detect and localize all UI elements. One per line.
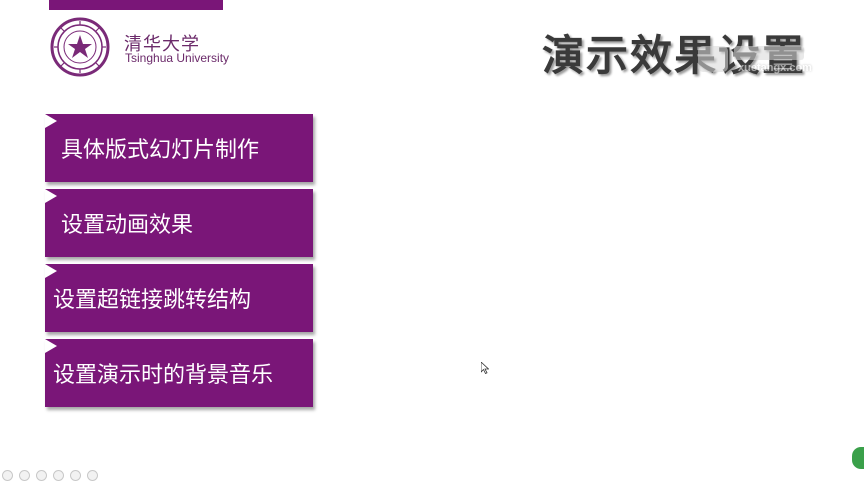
- menu-item-animation[interactable]: 设置动画效果: [45, 189, 313, 257]
- watermark-logo-icon: [698, 46, 804, 72]
- mouse-cursor-icon: [481, 362, 489, 374]
- pen-tool-icon[interactable]: [36, 470, 47, 481]
- menu-item-label: 设置动画效果: [61, 213, 194, 238]
- menu-item-hyperlink[interactable]: 设置超链接跳转结构: [45, 264, 313, 332]
- menu-item-layout-slides[interactable]: 具体版式幻灯片制作: [45, 114, 313, 182]
- slide-overview-icon[interactable]: [53, 470, 64, 481]
- topic-menu: 具体版式幻灯片制作 设置动画效果 设置超链接跳转结构 设置演示时的背景音乐: [45, 114, 313, 414]
- next-slide-icon[interactable]: [19, 470, 30, 481]
- top-accent-bar: [49, 0, 223, 10]
- menu-item-label: 具体版式幻灯片制作: [61, 138, 260, 163]
- tsinghua-seal-icon: [50, 17, 110, 77]
- menu-item-background-music[interactable]: 设置演示时的背景音乐: [45, 339, 313, 407]
- zoom-icon[interactable]: [70, 470, 81, 481]
- menu-item-label: 设置超链接跳转结构: [53, 288, 252, 313]
- floating-widget-icon[interactable]: [852, 447, 864, 469]
- previous-slide-icon[interactable]: [2, 470, 13, 481]
- watermark-text: xuetangx.com: [738, 62, 812, 74]
- xuetangx-watermark: xuetangx.com: [694, 40, 814, 80]
- university-name-en: Tsinghua University: [125, 51, 230, 65]
- slideshow-controls: [2, 470, 98, 481]
- menu-item-label: 设置演示时的背景音乐: [53, 363, 274, 388]
- more-options-icon[interactable]: [87, 470, 98, 481]
